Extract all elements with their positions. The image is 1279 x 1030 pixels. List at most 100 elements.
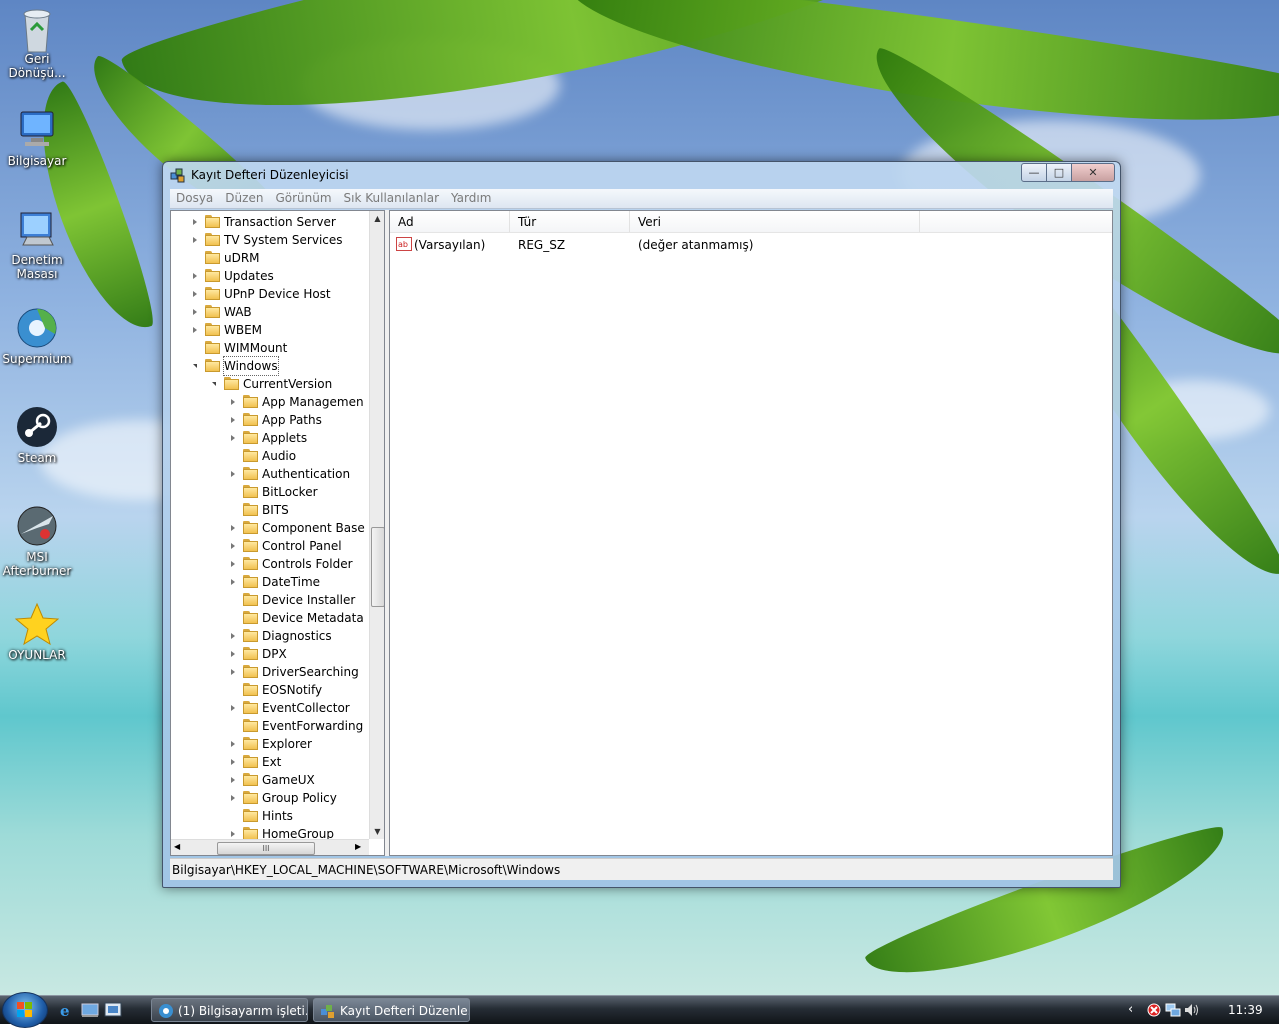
desktop-icon-supermium[interactable]: Supermium (1, 306, 73, 366)
tree-node[interactable]: Diagnostics (171, 627, 371, 645)
regedit-window[interactable]: Kayıt Defteri Düzenleyicisi — □ ✕ Dosya D… (162, 161, 1121, 888)
internet-explorer-icon[interactable]: e (58, 1002, 76, 1020)
expand-arrow-icon[interactable] (231, 471, 235, 477)
tree-node[interactable]: GameUX (171, 771, 371, 789)
expand-arrow-icon[interactable] (193, 237, 197, 243)
minimize-button[interactable]: — (1021, 163, 1047, 182)
expand-arrow-icon[interactable] (231, 777, 235, 783)
taskbar-item-browser[interactable]: (1) Bilgisayarım işleti... (151, 998, 308, 1022)
tree-node[interactable]: WAB (171, 303, 371, 321)
expand-arrow-icon[interactable] (231, 543, 235, 549)
expand-arrow-icon[interactable] (193, 309, 197, 315)
menu-sik-kullanilanlar[interactable]: Sık Kullanılanlar (338, 189, 445, 207)
tree-node[interactable]: Audio (171, 447, 371, 465)
title-bar[interactable]: Kayıt Defteri Düzenleyicisi — □ ✕ (163, 162, 1120, 188)
taskbar-item-regedit[interactable]: Kayıt Defteri Düzenle... (313, 998, 470, 1022)
clock[interactable]: 11:39 (1228, 1003, 1263, 1017)
tree-node[interactable]: Explorer (171, 735, 371, 753)
desktop-icon-oyunlar[interactable]: OYUNLAR (1, 602, 73, 662)
tree-node[interactable]: Device Installer (171, 591, 371, 609)
tree-node[interactable]: Component Base (171, 519, 371, 537)
column-header-tur[interactable]: Tür (510, 211, 630, 232)
expand-arrow-icon[interactable] (193, 327, 197, 333)
menu-duzen[interactable]: Düzen (219, 189, 269, 207)
security-alert-icon[interactable] (1147, 1003, 1161, 1017)
expand-arrow-icon[interactable] (231, 759, 235, 765)
expand-arrow-icon[interactable] (231, 651, 235, 657)
expand-arrow-icon[interactable] (193, 219, 197, 225)
expand-arrow-icon[interactable] (231, 633, 235, 639)
expand-arrow-icon[interactable] (231, 741, 235, 747)
expand-arrow-icon[interactable] (231, 561, 235, 567)
tree-node[interactable]: Authentication (171, 465, 371, 483)
collapse-arrow-icon[interactable] (193, 364, 197, 368)
expand-arrow-icon[interactable] (231, 795, 235, 801)
desktop-icon-computer[interactable]: Bilgisayar (1, 108, 73, 168)
expand-arrow-icon[interactable] (231, 525, 235, 531)
tree-vertical-scrollbar[interactable]: ▲ ▼ (369, 211, 384, 839)
expand-arrow-icon[interactable] (193, 291, 197, 297)
menu-gorunum[interactable]: Görünüm (269, 189, 337, 207)
collapse-arrow-icon[interactable] (212, 382, 216, 386)
tree-node[interactable]: Ext (171, 753, 371, 771)
scroll-up-arrow-icon[interactable]: ▲ (370, 211, 384, 226)
expand-arrow-icon[interactable] (231, 417, 235, 423)
tree-node[interactable]: Updates (171, 267, 371, 285)
expand-arrow-icon[interactable] (231, 399, 235, 405)
desktop-icon-control-panel[interactable]: Denetim Masası (1, 207, 73, 281)
close-button[interactable]: ✕ (1071, 163, 1115, 182)
show-desktop-icon[interactable] (81, 1002, 99, 1018)
scroll-right-arrow-icon[interactable]: ▶ (355, 842, 361, 851)
expand-arrow-icon[interactable] (231, 669, 235, 675)
menu-dosya[interactable]: Dosya (170, 189, 219, 207)
menu-yardim[interactable]: Yardım (445, 189, 497, 207)
tree-node[interactable]: TV System Services (171, 231, 371, 249)
values-list[interactable]: Ad Tür Veri ab (Varsayılan) REG_SZ (değe… (389, 210, 1113, 856)
tree-node[interactable]: Windows (171, 356, 371, 376)
tray-chevron-icon[interactable]: ‹ (1128, 1002, 1133, 1017)
tree-node[interactable]: Control Panel (171, 537, 371, 555)
tree-node[interactable]: DPX (171, 645, 371, 663)
expand-arrow-icon[interactable] (231, 579, 235, 585)
scroll-down-arrow-icon[interactable]: ▼ (370, 824, 384, 839)
tree-node[interactable]: EventForwarding (171, 717, 371, 735)
tree-node[interactable]: EventCollector (171, 699, 371, 717)
tree-node[interactable]: WBEM (171, 321, 371, 339)
tree-node[interactable]: UPnP Device Host (171, 285, 371, 303)
registry-tree[interactable]: Transaction Server TV System Services uDRM… (170, 210, 385, 856)
desktop-icon-steam[interactable]: Steam (1, 405, 73, 465)
expand-arrow-icon[interactable] (231, 435, 235, 441)
tree-node[interactable]: EOSNotify (171, 681, 371, 699)
tree-node[interactable]: BitLocker (171, 483, 371, 501)
tree-node[interactable]: Transaction Server (171, 213, 371, 231)
desktop-icon-msi-afterburner[interactable]: MSI Afterburner (1, 504, 73, 578)
tree-node[interactable]: Group Policy (171, 789, 371, 807)
tree-node[interactable]: CurrentVersion (171, 375, 371, 393)
maximize-button[interactable]: □ (1046, 163, 1072, 182)
desktop-icon-recycle-bin[interactable]: Geri Dönüşü... (1, 6, 73, 80)
tree-node[interactable]: Applets (171, 429, 371, 447)
switch-windows-icon[interactable] (104, 1002, 122, 1018)
tree-node[interactable]: Controls Folder (171, 555, 371, 573)
expand-arrow-icon[interactable] (231, 831, 235, 837)
tree-node[interactable]: App Managemen (171, 393, 371, 411)
tree-node[interactable]: DateTime (171, 573, 371, 591)
tree-node[interactable]: App Paths (171, 411, 371, 429)
folder-icon (243, 449, 259, 462)
tree-node[interactable]: DriverSearching (171, 663, 371, 681)
tree-node[interactable]: BITS (171, 501, 371, 519)
column-header-ad[interactable]: Ad (390, 211, 510, 232)
scroll-left-arrow-icon[interactable]: ◀ (174, 842, 180, 851)
expand-arrow-icon[interactable] (231, 705, 235, 711)
tree-horizontal-scrollbar[interactable]: ◀ III ▶ (171, 839, 369, 855)
tree-node[interactable]: Device Metadata (171, 609, 371, 627)
volume-icon[interactable] (1184, 1003, 1200, 1017)
tree-node[interactable]: uDRM (171, 249, 371, 267)
column-header-veri[interactable]: Veri (630, 211, 920, 232)
tree-node[interactable]: Hints (171, 807, 371, 825)
tree-vertical-scroll-thumb[interactable] (371, 527, 384, 607)
tree-horizontal-scroll-thumb[interactable]: III (217, 842, 315, 855)
expand-arrow-icon[interactable] (193, 273, 197, 279)
tree-node[interactable]: WIMMount (171, 339, 371, 357)
network-icon[interactable] (1165, 1003, 1181, 1017)
